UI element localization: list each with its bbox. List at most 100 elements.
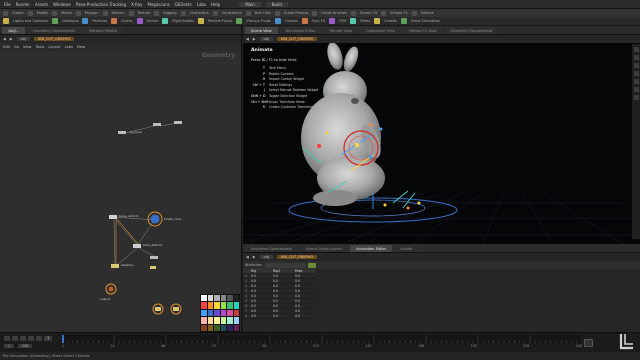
last-frame-icon[interactable] [36, 336, 42, 341]
toolbar-tab[interactable]: Particles [92, 19, 107, 23]
palette-swatch[interactable] [233, 309, 239, 317]
current-frame-field[interactable]: 1 [44, 336, 53, 341]
toolbar-tab[interactable]: Viscous Fluids [246, 19, 271, 23]
palette-swatch[interactable] [201, 309, 207, 317]
palette-swatch[interactable] [233, 317, 239, 324]
node-color-palette[interactable] [200, 294, 240, 332]
palette-swatch[interactable] [207, 302, 213, 309]
toolbar-tab[interactable]: Wires [360, 19, 370, 23]
move-tool-icon[interactable] [633, 55, 639, 60]
tab-viewport[interactable]: Geometry Spreadsheet [444, 27, 499, 34]
toolbar-tab[interactable]: Grains [121, 19, 132, 23]
palette-swatch[interactable] [220, 324, 226, 331]
camera-icon[interactable] [633, 87, 639, 92]
palette-swatch[interactable] [214, 317, 220, 324]
desktop-mode[interactable]: Build [265, 1, 288, 7]
palette-swatch[interactable] [227, 317, 233, 324]
tab-viewport[interactable]: Composite View [360, 27, 402, 34]
shelf-tool-icon[interactable] [75, 10, 81, 16]
shelf-tab[interactable]: Rigging [163, 11, 176, 15]
palette-swatch[interactable] [207, 317, 213, 324]
toolbar-tool-icon[interactable] [301, 18, 308, 24]
shelf-tool-icon[interactable] [381, 10, 387, 16]
table-row[interactable]: 8 0.0 0.0 0.0 [243, 313, 315, 320]
timeline[interactable]: 1 1 24 48 72 96 120 144 168 192 216 240 1 240 [0, 332, 640, 352]
shelf-tool-icon[interactable] [3, 10, 8, 16]
shelf-tool-icon[interactable] [27, 10, 33, 16]
toolbar-tool-icon[interactable] [3, 18, 9, 24]
shelf-tab[interactable]: Terrain FX [360, 11, 377, 15]
palette-swatch[interactable] [214, 302, 220, 309]
menu-item[interactable]: Labs [197, 2, 206, 7]
menu-item[interactable]: Megascans [148, 2, 170, 7]
toolbar-tool-icon[interactable] [374, 18, 381, 24]
rotate-tool-icon[interactable] [633, 63, 639, 68]
shelf-tool-icon[interactable] [212, 10, 218, 16]
menu-item[interactable]: X-Ray [131, 2, 143, 7]
toolbar-tab[interactable]: Vellum [147, 19, 159, 23]
toolbar-tab[interactable]: Rigid Bodies [172, 19, 194, 23]
palette-swatch[interactable] [201, 295, 207, 302]
shelf-tab[interactable]: Hair Utils [255, 11, 271, 15]
toolbar-tab[interactable]: Collisions [62, 19, 78, 23]
menu-item[interactable]: File [4, 2, 11, 7]
shelf-tab[interactable]: Characters [190, 11, 209, 15]
forward-arrow-icon[interactable]: ▶ [253, 37, 256, 41]
tab-spreadsheet[interactable]: Scene Graph Layers [299, 245, 349, 252]
palette-swatch[interactable] [227, 295, 233, 302]
play-icon[interactable] [20, 336, 26, 341]
back-arrow-icon[interactable]: ◀ [246, 37, 249, 41]
toolbar-tab[interactable]: Pyro FX [312, 19, 325, 23]
toolbar-tool-icon[interactable] [236, 18, 243, 24]
shelf-tool-icon[interactable] [312, 10, 318, 16]
palette-swatch[interactable] [227, 309, 233, 317]
tab-viewport[interactable]: Scene View [245, 27, 278, 34]
network-editor[interactable]: /obj/... Geometry Spreadsheet Material P… [0, 26, 242, 332]
tab-viewport[interactable]: Animation Editor [279, 27, 322, 34]
shelf-tab[interactable]: Texture [138, 11, 151, 15]
keyframe-spreadsheet[interactable]: Keyframe Spreadsheet Scene Graph Layers An… [243, 244, 640, 332]
forward-arrow-icon[interactable]: ▶ [253, 255, 256, 259]
shelf-tab[interactable]: Polygon [85, 11, 99, 15]
toolbar-tab[interactable]: FEM [339, 19, 346, 23]
node-output[interactable] [105, 283, 182, 315]
shelf-tab[interactable]: Guide Process [284, 11, 309, 15]
palette-swatch[interactable] [227, 302, 233, 309]
menu-item[interactable]: GEOsets [175, 2, 192, 7]
toolbar-tool-icon[interactable] [111, 18, 118, 24]
menu-item[interactable]: Assets [35, 2, 48, 7]
toolbar-tool-icon[interactable] [82, 18, 89, 24]
snap-icon[interactable] [633, 79, 639, 84]
spreadsheet-path-context[interactable]: obj [259, 255, 274, 259]
shelf-tab[interactable]: Constraints [222, 11, 242, 15]
prev-frame-icon[interactable] [12, 336, 18, 341]
toolbar-tool-icon[interactable] [350, 18, 357, 24]
toolbar-tool-icon[interactable] [274, 18, 281, 24]
first-frame-icon[interactable] [4, 336, 10, 341]
menu-item[interactable]: Windows [53, 2, 71, 7]
node-kinefx-char[interactable] [147, 211, 163, 227]
menu-item[interactable]: Render [16, 2, 30, 7]
shelf-tab[interactable]: Deform [112, 11, 125, 15]
palette-swatch[interactable] [201, 324, 207, 331]
palette-swatch[interactable] [233, 295, 239, 302]
shelf-tool-icon[interactable] [411, 10, 417, 16]
toolbar-tool-icon[interactable] [198, 18, 205, 24]
palette-swatch[interactable] [201, 317, 207, 324]
toolbar-tool-icon[interactable] [329, 18, 336, 24]
filter-toggle[interactable] [307, 262, 316, 268]
palette-swatch[interactable] [233, 324, 239, 331]
palette-swatch[interactable] [233, 302, 239, 309]
toolbar-tool-icon[interactable] [51, 18, 58, 24]
shelf-tab[interactable]: Guide Brushes [321, 11, 346, 15]
palette-swatch[interactable] [214, 295, 220, 302]
timeline-cursor[interactable] [62, 335, 64, 343]
palette-swatch[interactable] [220, 309, 226, 317]
filter-input[interactable] [264, 262, 305, 268]
shelf-tool-icon[interactable] [274, 10, 280, 16]
shelf-tool-icon[interactable] [128, 10, 134, 16]
palette-swatch[interactable] [227, 324, 233, 331]
toolbar-tab[interactable]: Lights and Cameras [13, 19, 48, 23]
toolbar-tool-icon[interactable] [136, 18, 143, 24]
end-frame-field[interactable]: 240 [18, 344, 33, 348]
